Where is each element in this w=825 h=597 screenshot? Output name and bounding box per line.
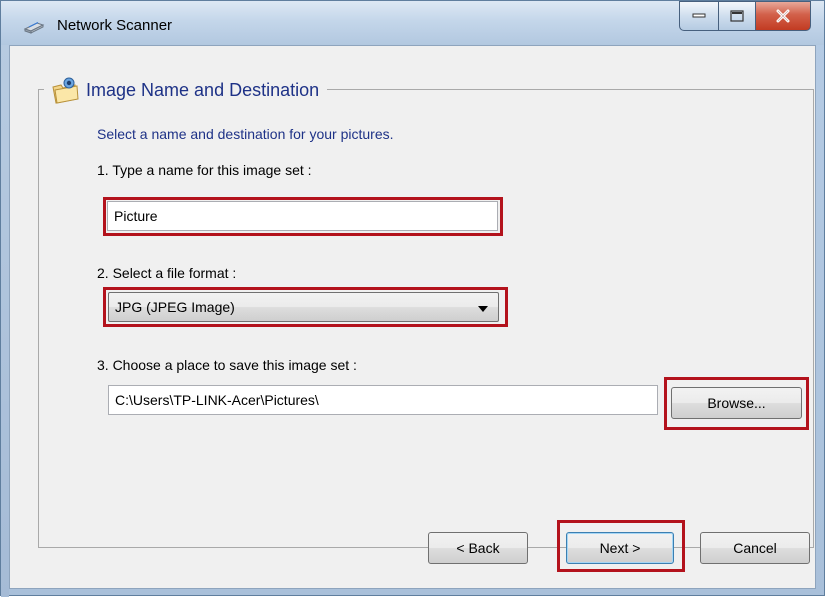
window-border [1,45,9,597]
format-label: 2. Select a file format : [97,265,237,281]
minimize-button[interactable] [679,1,719,31]
title-bar[interactable]: Network Scanner [1,1,824,45]
minimize-icon [692,13,706,18]
folder-camera-icon [50,75,80,105]
close-icon [776,9,790,23]
name-input-highlight [103,197,503,236]
dialog-client-area: Image Name and Destination Select a name… [9,45,816,589]
maximize-button[interactable] [718,1,756,31]
maximize-icon [730,10,744,22]
back-button[interactable]: < Back [428,532,528,564]
file-format-highlight [103,287,508,327]
group-title: Image Name and Destination [86,79,320,100]
save-location-input[interactable]: C:\Users\TP-LINK-Acer\Pictures\ [108,385,658,415]
close-button[interactable] [755,1,811,31]
group-box-title: Image Name and Destination [44,72,328,108]
name-label: 1. Type a name for this image set : [97,162,312,178]
window: Network Scanner Image Name and Destinati… [0,0,825,597]
window-title: Network Scanner [57,17,173,34]
description-text: Select a name and destination for your p… [97,126,394,142]
cancel-button[interactable]: Cancel [700,532,810,564]
next-highlight [557,520,685,572]
browse-highlight [664,377,809,430]
save-location-label: 3. Choose a place to save this image set… [97,357,357,373]
scanner-icon [23,18,45,34]
